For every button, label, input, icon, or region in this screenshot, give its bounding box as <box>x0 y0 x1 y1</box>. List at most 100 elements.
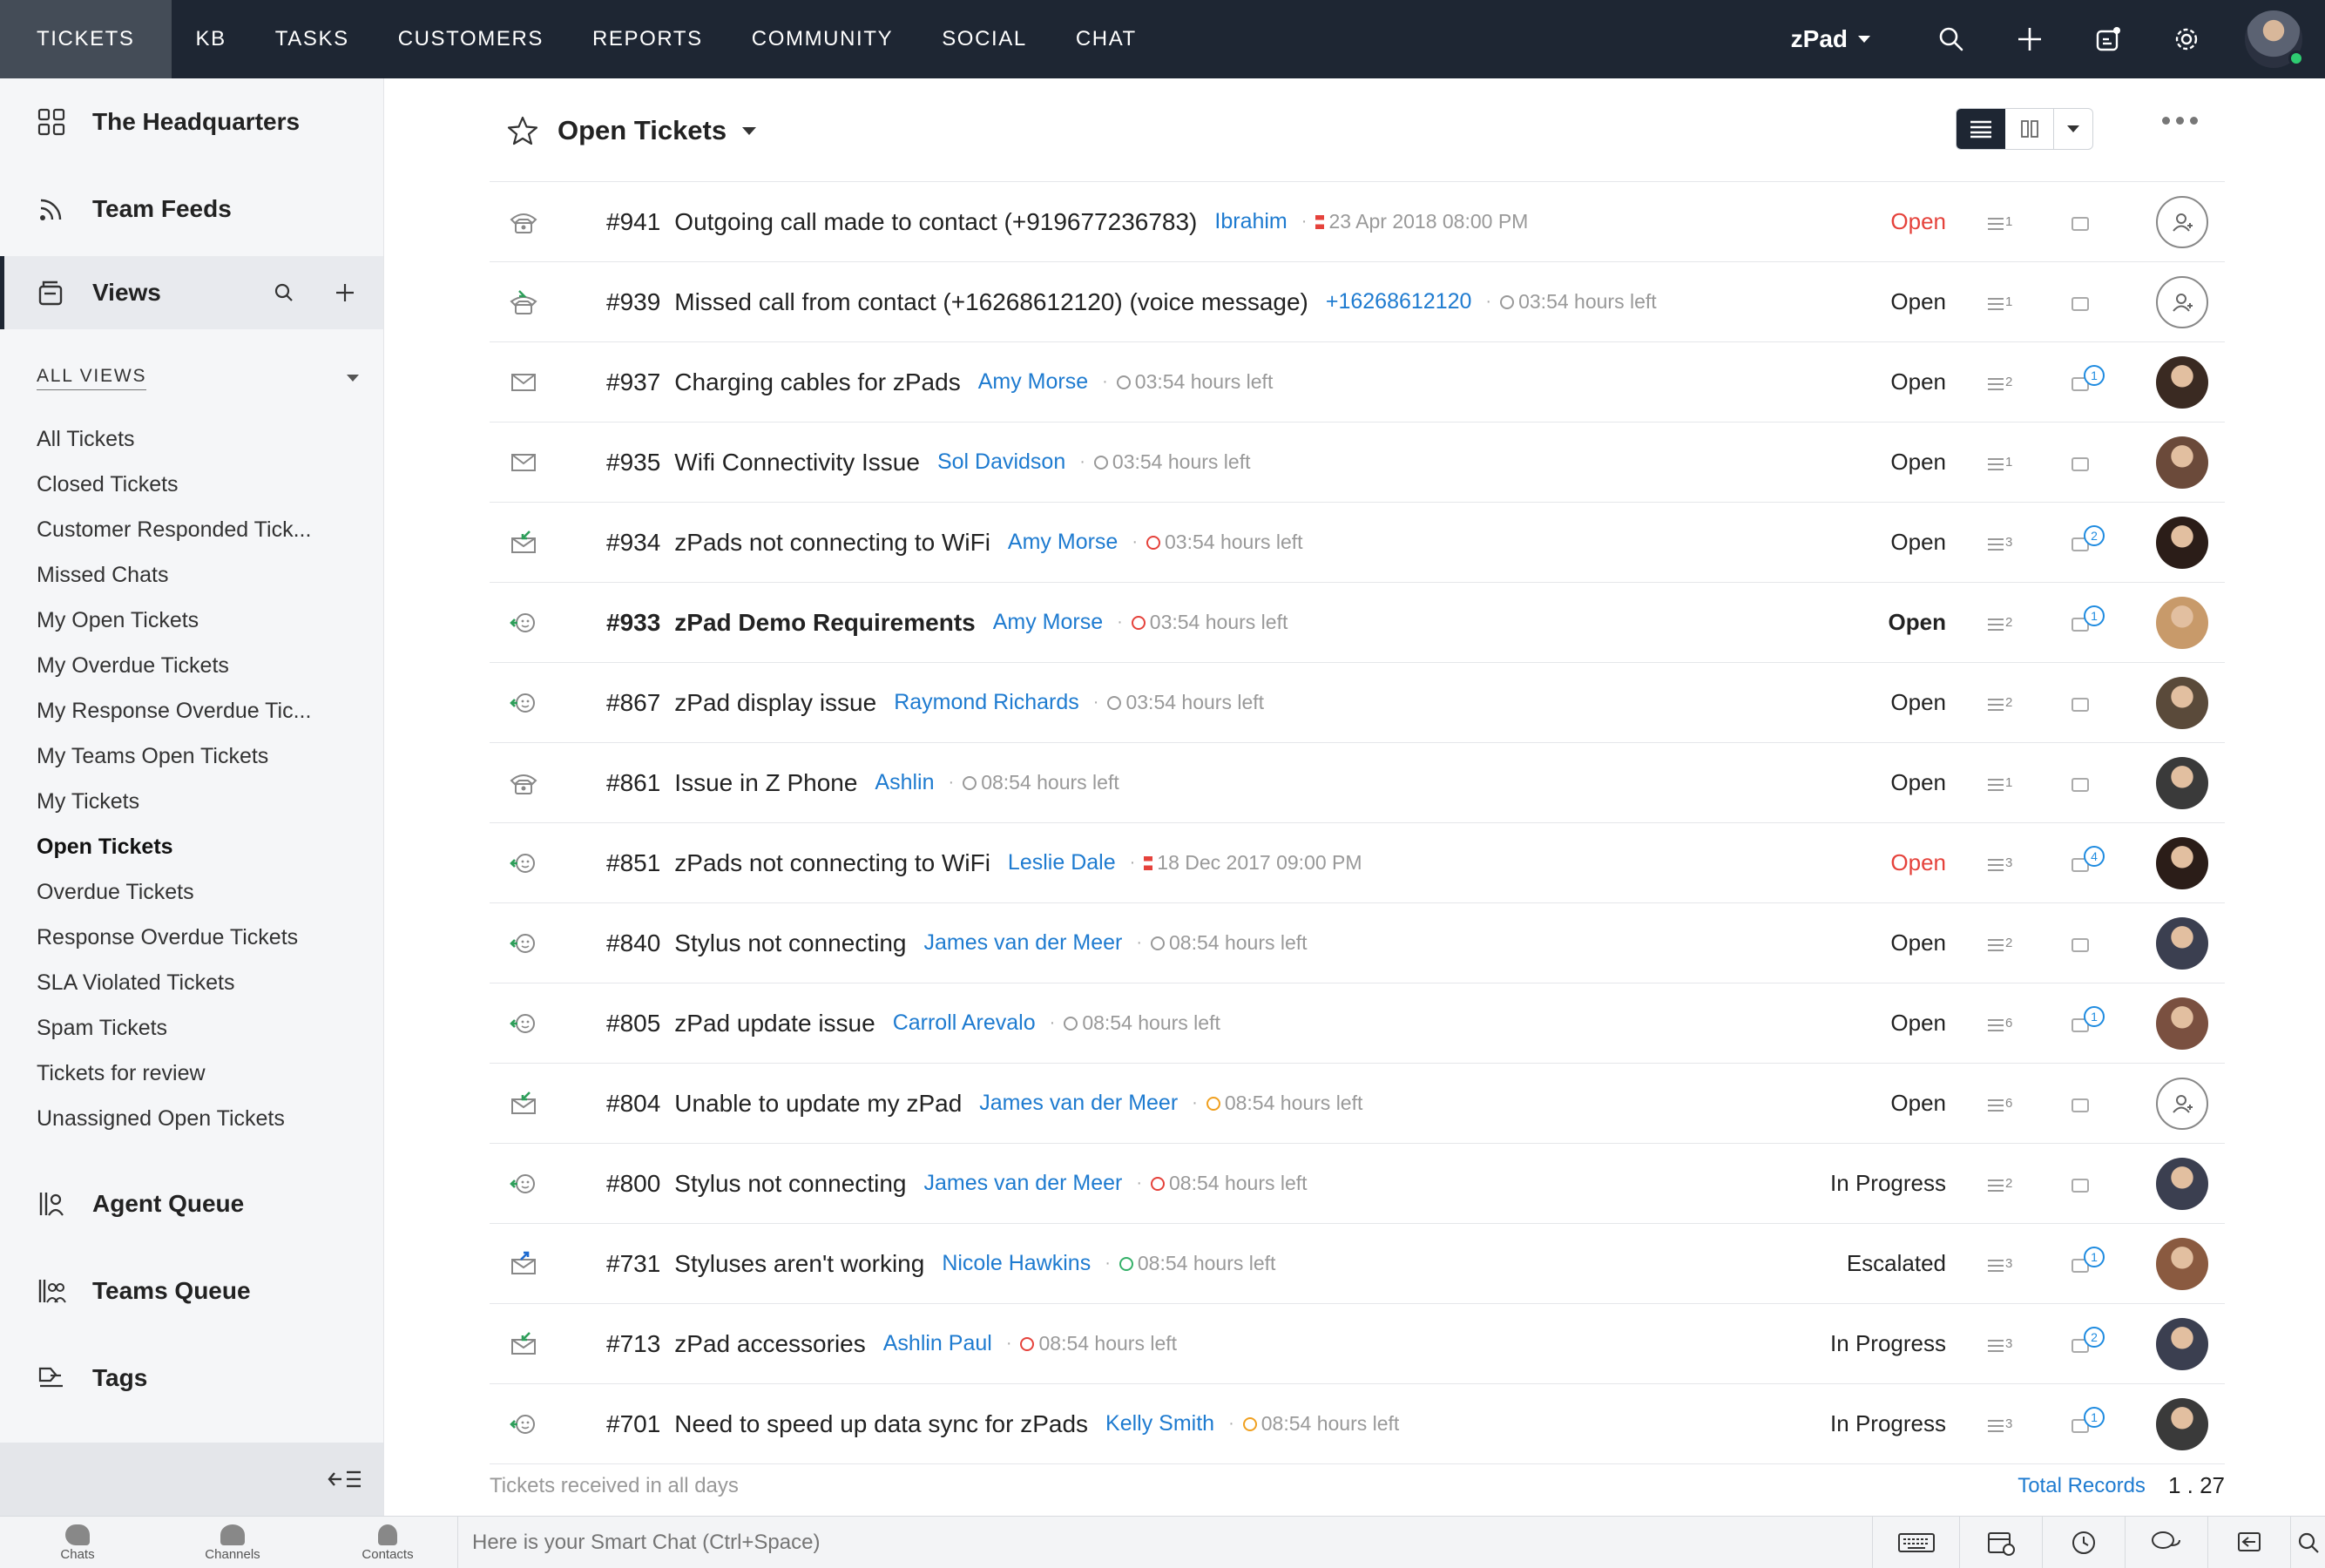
collapse-sidebar-icon[interactable] <box>328 1467 362 1491</box>
compose-icon[interactable] <box>2069 0 2147 78</box>
total-records-label[interactable]: Total Records <box>2017 1474 2146 1498</box>
more-options-icon[interactable] <box>2162 117 2198 125</box>
contact-link[interactable]: Raymond Richards <box>894 690 1079 715</box>
comments-icon[interactable] <box>2066 686 2105 720</box>
owner-avatar[interactable] <box>2156 1157 2208 1210</box>
ticket-row[interactable]: #935 Wifi Connectivity Issue Sol Davidson ·… <box>490 422 2225 503</box>
ticket-subject[interactable]: Stylus not connecting <box>674 929 906 957</box>
assign-owner-icon[interactable] <box>2156 275 2208 328</box>
owner-avatar[interactable] <box>2156 1397 2208 1450</box>
tab-tickets[interactable]: TICKETS <box>0 0 172 78</box>
tab-tasks[interactable]: TASKS <box>251 0 374 78</box>
tab-customers[interactable]: CUSTOMERS <box>374 0 568 78</box>
ticket-status[interactable]: Escalated <box>1847 1250 1946 1277</box>
view-item[interactable]: Unassigned Open Tickets <box>0 1096 383 1141</box>
owner-avatar[interactable] <box>2156 1317 2208 1370</box>
view-item[interactable]: SLA Violated Tickets <box>0 960 383 1005</box>
plus-icon[interactable] <box>331 279 359 307</box>
ticket-subject[interactable]: Issue in Z Phone <box>674 769 857 797</box>
view-item[interactable]: Response Overdue Tickets <box>0 915 383 960</box>
chevron-down-icon[interactable] <box>347 375 359 382</box>
ticket-subject[interactable]: Wifi Connectivity Issue <box>674 449 920 476</box>
ticket-row[interactable]: #713 zPad accessories Ashlin Paul · 08:54 ho… <box>490 1304 2225 1384</box>
thread-count[interactable]: 3 <box>1988 535 2012 551</box>
comments-icon[interactable] <box>2066 205 2105 240</box>
tab-social[interactable]: SOCIAL <box>917 0 1051 78</box>
search-icon[interactable] <box>270 279 298 307</box>
sidebar-item-teams-queue[interactable]: Teams Queue <box>0 1247 383 1335</box>
thread-count[interactable]: 2 <box>1988 615 2012 631</box>
chevron-down-icon[interactable] <box>2054 109 2092 149</box>
ticket-row[interactable]: #941 Outgoing call made to contact (+9196… <box>490 182 2225 262</box>
contact-link[interactable]: Kelly Smith <box>1105 1411 1214 1436</box>
ticket-row[interactable]: #804 Unable to update my zPad James van de… <box>490 1064 2225 1144</box>
comments-icon[interactable]: 2 <box>2066 524 2105 560</box>
page-title[interactable]: Open Tickets <box>558 115 727 146</box>
ticket-number[interactable]: #934 <box>606 529 660 557</box>
assign-owner-icon[interactable] <box>2156 1077 2208 1130</box>
view-item[interactable]: Tickets for review <box>0 1051 383 1096</box>
ticket-number[interactable]: #867 <box>606 689 660 717</box>
view-item[interactable]: My Teams Open Tickets <box>0 733 383 779</box>
comments-icon[interactable]: 1 <box>2066 1005 2105 1041</box>
calendar-icon[interactable] <box>1959 1517 2042 1568</box>
keyboard-icon[interactable] <box>1872 1517 1959 1568</box>
sidebar-item-team-feeds[interactable]: Team Feeds <box>0 166 383 253</box>
contact-link[interactable]: James van der Meer <box>979 1091 1178 1116</box>
owner-avatar[interactable] <box>2156 916 2208 970</box>
chevron-down-icon[interactable] <box>742 126 757 135</box>
thread-count[interactable]: 6 <box>1988 1096 2012 1112</box>
view-item[interactable]: Customer Responded Tick... <box>0 507 383 552</box>
comments-icon[interactable] <box>2066 766 2105 801</box>
ticket-row[interactable]: #701 Need to speed up data sync for zPads… <box>490 1384 2225 1464</box>
ticket-status[interactable]: Open <box>1890 849 1946 876</box>
ticket-number[interactable]: #804 <box>606 1090 660 1118</box>
contact-link[interactable]: Amy Morse <box>978 369 1088 395</box>
ticket-number[interactable]: #937 <box>606 368 660 396</box>
owner-avatar[interactable] <box>2156 1237 2208 1290</box>
ticket-subject[interactable]: zPads not connecting to WiFi <box>674 529 990 557</box>
ticket-subject[interactable]: Missed call from contact (+16268612120) … <box>674 288 1308 316</box>
ticket-status[interactable]: Open <box>1890 769 1946 796</box>
assign-owner-icon[interactable] <box>2156 195 2208 248</box>
contact-link[interactable]: James van der Meer <box>923 1171 1122 1196</box>
owner-avatar[interactable] <box>2156 355 2208 409</box>
tab-community[interactable]: COMMUNITY <box>727 0 917 78</box>
owner-avatar[interactable] <box>2156 436 2208 489</box>
thread-count[interactable]: 2 <box>1988 375 2012 390</box>
thread-count[interactable]: 2 <box>1988 695 2012 711</box>
comments-icon[interactable]: 1 <box>2066 1246 2105 1281</box>
ticket-status[interactable]: Open <box>1890 449 1946 476</box>
ticket-status[interactable]: Open <box>1890 689 1946 716</box>
thread-count[interactable]: 2 <box>1988 1176 2012 1192</box>
smart-chat-input[interactable] <box>472 1531 1825 1555</box>
ticket-status[interactable]: Open <box>1890 929 1946 956</box>
contact-link[interactable]: +16268612120 <box>1326 289 1472 314</box>
clock-icon[interactable] <box>2042 1517 2125 1568</box>
owner-avatar[interactable] <box>2156 836 2208 889</box>
comments-icon[interactable] <box>2066 445 2105 480</box>
user-avatar[interactable] <box>2245 10 2304 68</box>
thread-count[interactable]: 3 <box>1988 1336 2012 1352</box>
owner-avatar[interactable] <box>2156 997 2208 1050</box>
ticket-status[interactable]: In Progress <box>1830 1330 1946 1357</box>
plus-icon[interactable] <box>1990 0 2069 78</box>
search-icon[interactable] <box>2290 1517 2325 1568</box>
owner-avatar[interactable] <box>2156 756 2208 809</box>
contact-link[interactable]: Leslie Dale <box>1008 850 1116 875</box>
contact-link[interactable]: James van der Meer <box>923 930 1122 956</box>
ticket-status[interactable]: Open <box>1890 288 1946 315</box>
settings-icon[interactable] <box>2147 0 2226 78</box>
ticket-status[interactable]: Open <box>1889 609 1946 636</box>
contact-link[interactable]: Nicole Hawkins <box>942 1251 1091 1276</box>
ticket-row[interactable]: #805 zPad update issue Carroll Arevalo · 08:… <box>490 983 2225 1064</box>
tab-chat[interactable]: CHAT <box>1051 0 1161 78</box>
ticket-subject[interactable]: zPad display issue <box>674 689 876 717</box>
view-item[interactable]: Closed Tickets <box>0 462 383 507</box>
ticket-number[interactable]: #840 <box>606 929 660 957</box>
sidebar-item-views[interactable]: Views <box>0 256 383 329</box>
star-icon[interactable] <box>507 115 538 146</box>
ticket-number[interactable]: #701 <box>606 1410 660 1438</box>
view-item[interactable]: My Response Overdue Tic... <box>0 688 383 733</box>
thread-count[interactable]: 3 <box>1988 855 2012 871</box>
